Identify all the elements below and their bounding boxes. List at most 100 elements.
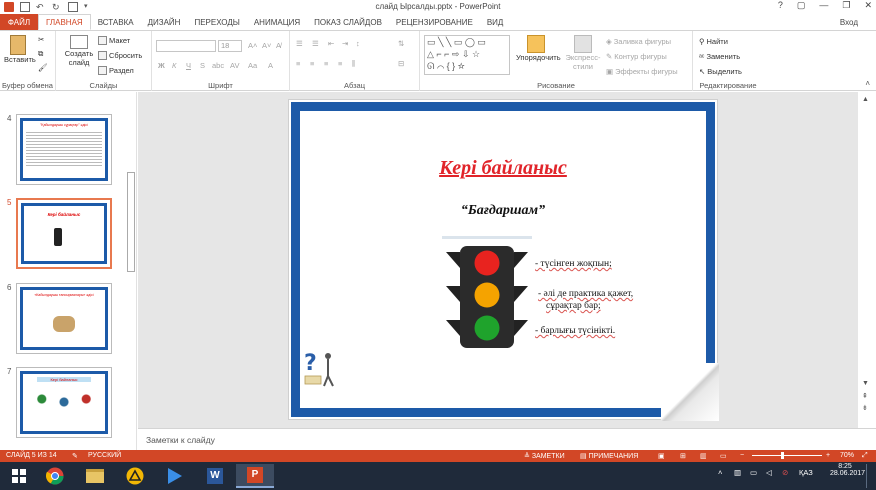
fit-slide-icon[interactable]: ⤢ <box>862 452 868 460</box>
character-spacing-icon[interactable]: AV <box>230 61 239 70</box>
slide-sorter-icon[interactable]: ⊞ <box>680 452 686 460</box>
shape-effects-button[interactable]: ▣ Эффекты фигуры <box>606 67 678 76</box>
shapes-gallery[interactable]: ▭ ╲ ╲ ▭ ◯ ▭ △ ⌐ ⌐ ⇨ ⇩ ☆ ᘏ ⌒ { } ☆ <box>424 35 510 75</box>
shape-outline-button[interactable]: ✎ Контур фигуры <box>606 52 667 61</box>
bold-icon[interactable]: Ж <box>158 61 165 70</box>
numbering-icon[interactable]: ☰ <box>312 39 319 48</box>
slideshow-icon[interactable]: ▭ <box>720 452 727 460</box>
slide-scrollbar[interactable]: ▲ ▼ ⇞ ⇟ <box>858 92 876 428</box>
traffic-light-image[interactable] <box>442 236 532 348</box>
restore-button[interactable]: ❐ <box>842 0 850 11</box>
new-slide-button[interactable]: Создать слайд <box>64 35 94 67</box>
scroll-down-icon[interactable]: ▼ <box>862 380 869 387</box>
collapse-ribbon-icon[interactable]: ˄ <box>865 79 870 88</box>
show-hidden-icons[interactable]: ˄ <box>718 468 722 477</box>
arrange-button[interactable]: Упорядочить <box>516 35 561 62</box>
save-icon[interactable] <box>20 2 30 12</box>
select-button[interactable]: ↖ Выделить <box>699 67 742 76</box>
clear-formatting-icon[interactable]: A̸ <box>276 41 281 50</box>
app-taskbar-button[interactable] <box>116 464 154 488</box>
layout-button[interactable]: Макет <box>98 36 130 45</box>
tab-transitions[interactable]: ПЕРЕХОДЫ <box>187 14 246 30</box>
minimize-button[interactable]: — <box>819 0 828 11</box>
network-tray-icon[interactable]: ▥ <box>734 468 741 477</box>
volume-icon[interactable]: ◁ <box>766 468 772 477</box>
chrome-taskbar-button[interactable] <box>36 464 74 488</box>
start-from-beginning-icon[interactable] <box>68 2 78 12</box>
reading-view-icon[interactable]: ▥ <box>700 452 707 460</box>
find-button[interactable]: ⚲ Найти <box>699 37 728 46</box>
copy-icon[interactable]: ⧉ <box>38 49 43 59</box>
question-figure-clipart[interactable]: ? <box>302 348 336 388</box>
tab-view[interactable]: ВИД <box>480 14 511 30</box>
strikethrough-icon[interactable]: abc <box>212 61 224 70</box>
font-size-combo[interactable]: 18 <box>218 40 242 52</box>
align-text-icon[interactable]: ⊟ <box>398 59 404 68</box>
italic-icon[interactable]: К <box>172 61 176 70</box>
start-button[interactable] <box>4 464 34 488</box>
close-button[interactable]: ✕ <box>864 0 872 11</box>
action-center-icon[interactable]: ▭ <box>750 468 757 477</box>
text-direction-icon[interactable]: ⇅ <box>398 39 404 48</box>
bullet-3[interactable]: - барлығы түсінікті. <box>535 326 615 336</box>
keyboard-language[interactable]: ҚАЗ <box>799 468 813 477</box>
shape-fill-button[interactable]: ◈ Заливка фигуры <box>606 37 671 46</box>
previous-slide-icon[interactable]: ⇞ <box>862 392 868 400</box>
zoom-in-icon[interactable]: + <box>826 452 830 459</box>
align-right-icon[interactable]: ≡ <box>324 59 328 68</box>
comments-toggle[interactable]: ▤ ПРИМЕЧАНИЯ <box>580 452 638 460</box>
bullet-1[interactable]: - түсінген жоқпын; <box>535 259 612 269</box>
quick-styles-button[interactable]: Экспресс- стили <box>564 35 602 71</box>
spellcheck-icon[interactable]: ✎ <box>72 452 78 460</box>
scroll-up-icon[interactable]: ▲ <box>862 96 869 103</box>
shrink-font-icon[interactable]: A˅ <box>262 41 271 50</box>
tab-animations[interactable]: АНИМАЦИЯ <box>247 14 307 30</box>
align-center-icon[interactable]: ≡ <box>310 59 314 68</box>
grow-font-icon[interactable]: A˄ <box>248 41 257 50</box>
thumbnails-scrollbar-thumb[interactable] <box>127 172 135 272</box>
slide-subtitle[interactable]: “Бағдаршам” <box>289 203 717 219</box>
font-name-combo[interactable] <box>156 40 216 52</box>
undo-icon[interactable]: ↶ <box>36 2 46 12</box>
decrease-indent-icon[interactable]: ⇤ <box>328 39 334 48</box>
paste-button[interactable]: Вставить <box>4 35 36 64</box>
bullets-icon[interactable]: ☰ <box>296 39 303 48</box>
notes-pane[interactable]: Заметки к слайду <box>138 428 876 450</box>
replace-button[interactable]: ᵃᶜ Заменить <box>699 52 740 61</box>
tab-slide-show[interactable]: ПОКАЗ СЛАЙДОВ <box>307 14 389 30</box>
underline-icon[interactable]: Ч <box>186 61 191 70</box>
line-spacing-icon[interactable]: ↕ <box>356 39 360 48</box>
section-button[interactable]: Раздел <box>98 66 134 75</box>
bullet-2-line-2[interactable]: сұрақтар бар; <box>546 301 601 311</box>
slide-thumbnail-5[interactable]: Кері байланыс <box>16 198 112 269</box>
tab-review[interactable]: РЕЦЕНЗИРОВАНИЕ <box>389 14 480 30</box>
sign-in-link[interactable]: Вход <box>840 14 876 30</box>
ribbon-display-options-button[interactable]: ▢ <box>797 0 806 11</box>
zoom-slider[interactable] <box>752 455 822 456</box>
justify-icon[interactable]: ≡ <box>338 59 342 68</box>
zoom-level[interactable]: 70% <box>840 452 854 459</box>
thumbnails-scrollbar[interactable] <box>126 92 136 450</box>
word-taskbar-button[interactable]: W <box>196 464 234 488</box>
slide-thumbnail-4[interactable]: "Қабылдаушы сұрақтар" әдісі <box>16 114 112 185</box>
format-painter-icon[interactable]: 🖌 <box>38 63 48 72</box>
clock[interactable]: 8:25 28.06.2017 <box>830 463 865 477</box>
normal-view-icon[interactable]: ▣ <box>658 452 665 460</box>
bullet-2-line-1[interactable]: - әлі де практика қажет, <box>538 289 633 299</box>
powerpoint-taskbar-button[interactable]: P <box>236 464 274 488</box>
tab-design[interactable]: ДИЗАЙН <box>141 14 188 30</box>
slide-thumbnail-7[interactable]: Кері байланыс <box>16 367 112 438</box>
zoom-slider-handle[interactable] <box>781 452 784 459</box>
tab-home[interactable]: ГЛАВНАЯ <box>38 14 91 30</box>
slide-thumbnail-6[interactable]: «Кабылдаушы тапсырмалары» әдісі <box>16 283 112 354</box>
font-color-icon[interactable]: A <box>268 61 273 70</box>
next-slide-icon[interactable]: ⇟ <box>862 404 868 412</box>
notes-toggle[interactable]: ≜ ЗАМЕТКИ <box>524 452 565 460</box>
increase-indent-icon[interactable]: ⇥ <box>342 39 348 48</box>
columns-icon[interactable]: ⫼ <box>352 59 355 69</box>
redo-icon[interactable]: ↻ <box>52 2 62 12</box>
align-left-icon[interactable]: ≡ <box>296 59 300 68</box>
tab-insert[interactable]: ВСТАВКА <box>91 14 141 30</box>
show-desktop-button[interactable] <box>866 464 872 488</box>
zoom-out-icon[interactable]: − <box>740 452 744 459</box>
